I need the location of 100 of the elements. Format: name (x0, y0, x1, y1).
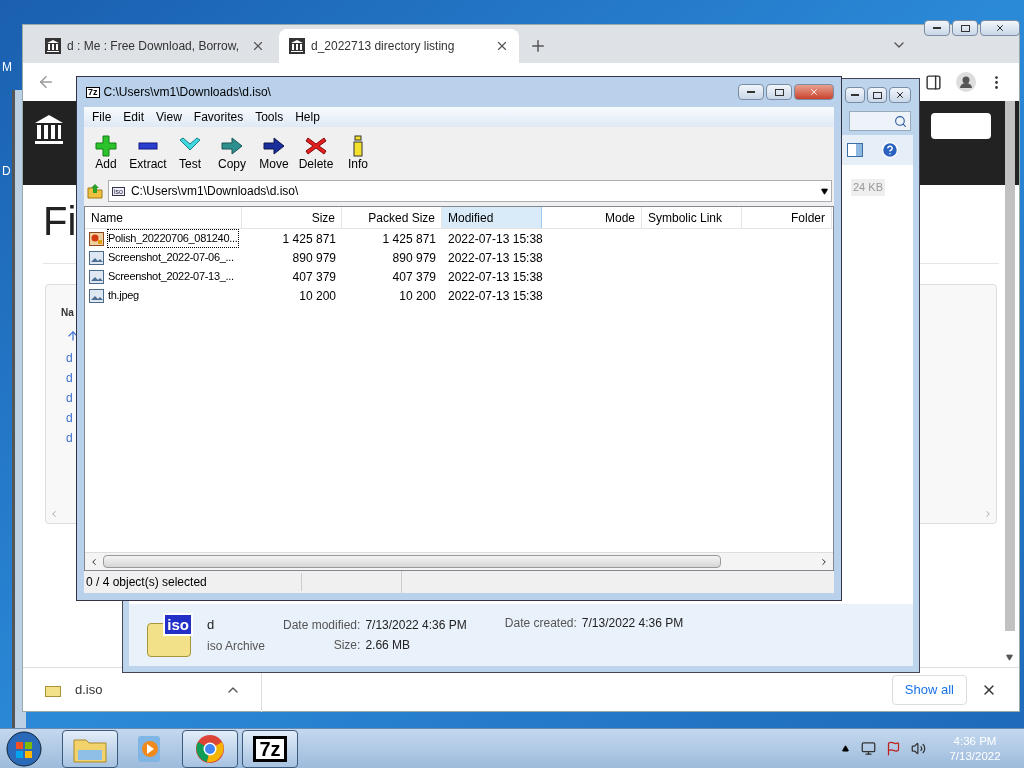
new-tab-icon[interactable] (529, 37, 547, 55)
show-hidden-icons[interactable] (842, 745, 849, 752)
profile-icon[interactable] (956, 72, 976, 92)
detail-value: 7/13/2022 4:36 PM (365, 617, 467, 634)
file-link[interactable]: d (66, 409, 73, 429)
tab-title: d : Me : Free Download, Borrow, (67, 38, 240, 55)
toolbar-button[interactable]: Move (256, 134, 292, 172)
file-link[interactable]: d (66, 349, 73, 369)
modified-cell-text: 2022-07-13 15:38 (447, 230, 542, 248)
taskbar-button[interactable]: 7z (242, 729, 298, 768)
window-title: C:\Users\vm1\Downloads\d.iso\ (103, 84, 271, 101)
minimize-icon (851, 94, 859, 96)
file-name: d (207, 616, 216, 635)
flag-icon[interactable] (886, 741, 901, 756)
detail-label: Size: (332, 637, 361, 654)
play-icon (137, 734, 163, 763)
file-link[interactable]: d (66, 369, 73, 389)
image-file-icon (89, 250, 104, 265)
minimize-button[interactable] (924, 20, 950, 36)
show-all-button[interactable]: Show all (891, 674, 967, 705)
toolbar-button[interactable]: Copy (214, 134, 250, 172)
desktop-icon-label: M (2, 59, 12, 76)
file-type: iso Archive (207, 637, 267, 655)
minimize-button[interactable] (738, 84, 764, 100)
toolbar-button[interactable]: Info (340, 134, 376, 172)
menu-item[interactable]: Help (289, 108, 326, 126)
packed-size-cell-text: 10 200 (398, 287, 437, 305)
scrollbar-thumb[interactable] (103, 555, 721, 568)
minimize-icon (747, 91, 755, 93)
status-text: 0 / 4 object(s) selected (84, 573, 302, 591)
page-heading: Fi (43, 201, 77, 241)
start-button[interactable] (4, 729, 44, 768)
side-panel-icon[interactable] (925, 73, 942, 91)
dropdown-icon (821, 187, 828, 195)
file-name-cell[interactable]: Polish_20220706_081240... (107, 229, 239, 248)
browser-tab[interactable]: d_2022713 directory listing (279, 29, 519, 63)
scrollbar-thumb[interactable] (1005, 101, 1015, 631)
file-name-cell[interactable]: Screenshot_2022-07-06_... (107, 248, 235, 267)
temple-icon (289, 38, 305, 54)
column-header[interactable]: Symbolic Link (642, 207, 742, 228)
file-name-cell[interactable]: Screenshot_2022-07-13_... (107, 267, 235, 286)
detail-value: 7/13/2022 4:36 PM (581, 615, 684, 632)
taskbar-button[interactable] (62, 729, 118, 768)
close-icon (995, 23, 1005, 33)
network-icon[interactable] (861, 741, 876, 756)
menu-item[interactable]: Edit (117, 108, 151, 126)
search-field[interactable] (849, 111, 911, 131)
volume-icon[interactable] (911, 741, 926, 756)
column-header[interactable]: Mode (542, 207, 642, 228)
toolbar-button[interactable]: Test (172, 134, 208, 172)
scroll-down-icon[interactable] (1006, 654, 1013, 661)
maximize-icon (960, 24, 970, 32)
close-icon[interactable] (495, 39, 509, 53)
file-name-cell[interactable]: th.jpeg (107, 286, 140, 305)
chrome-logo-icon (195, 733, 225, 764)
size-cell-text: 10 200 (298, 287, 337, 305)
toolbar-button[interactable]: Extract (130, 134, 166, 172)
maximize-button[interactable] (766, 84, 792, 100)
column-heading: Na (61, 306, 74, 320)
minimize-button[interactable] (845, 87, 865, 103)
image-file-icon (89, 288, 104, 303)
search-field[interactable] (931, 113, 991, 139)
tab-title: d_2022713 directory listing (311, 38, 455, 55)
file-link[interactable]: d (66, 429, 73, 449)
folder-up-icon[interactable] (86, 182, 104, 200)
plus-icon (94, 134, 118, 157)
file-size: 24 KB (851, 179, 885, 196)
scroll-right-icon[interactable] (819, 556, 829, 567)
menu-item[interactable]: Tools (249, 108, 290, 126)
arrow-right-icon (220, 134, 244, 157)
size-cell-text: 407 379 (291, 268, 337, 286)
help-icon[interactable] (881, 141, 899, 159)
back-icon[interactable] (37, 73, 55, 91)
packed-size-cell-text: 1 425 871 (381, 230, 437, 248)
close-button[interactable] (889, 87, 911, 103)
column-header[interactable]: Size (242, 207, 342, 228)
toolbar-button[interactable]: Delete (298, 134, 334, 172)
column-header[interactable]: Modified (442, 207, 542, 228)
menu-item[interactable]: File (86, 108, 118, 126)
scroll-left-icon[interactable] (89, 556, 99, 567)
maximize-button[interactable] (867, 87, 887, 103)
archiver-logo: 7z (253, 735, 287, 762)
toolbar-button[interactable]: Add (88, 134, 124, 172)
temple-icon (45, 38, 61, 54)
modified-cell-text: 2022-07-13 15:38 (447, 287, 542, 305)
menu-item[interactable]: View (150, 108, 188, 126)
column-header[interactable]: Name (85, 207, 242, 228)
preview-pane-icon[interactable] (847, 143, 863, 157)
maximize-icon (872, 91, 882, 99)
arrow-right-icon (262, 134, 286, 157)
column-header[interactable]: Folder (742, 207, 832, 228)
app-icon: 7z (86, 86, 100, 98)
taskbar-button[interactable] (182, 729, 238, 768)
maximize-button[interactable] (952, 20, 978, 36)
download-file-name[interactable]: d.iso (75, 679, 225, 700)
detail-label: Date created: (504, 615, 577, 632)
file-link[interactable]: d (66, 389, 73, 409)
detail-value: 2.66 MB (365, 637, 412, 654)
menu-item[interactable]: Favorites (187, 108, 250, 126)
browser-tab[interactable]: d : Me : Free Download, Borrow, (35, 29, 275, 63)
